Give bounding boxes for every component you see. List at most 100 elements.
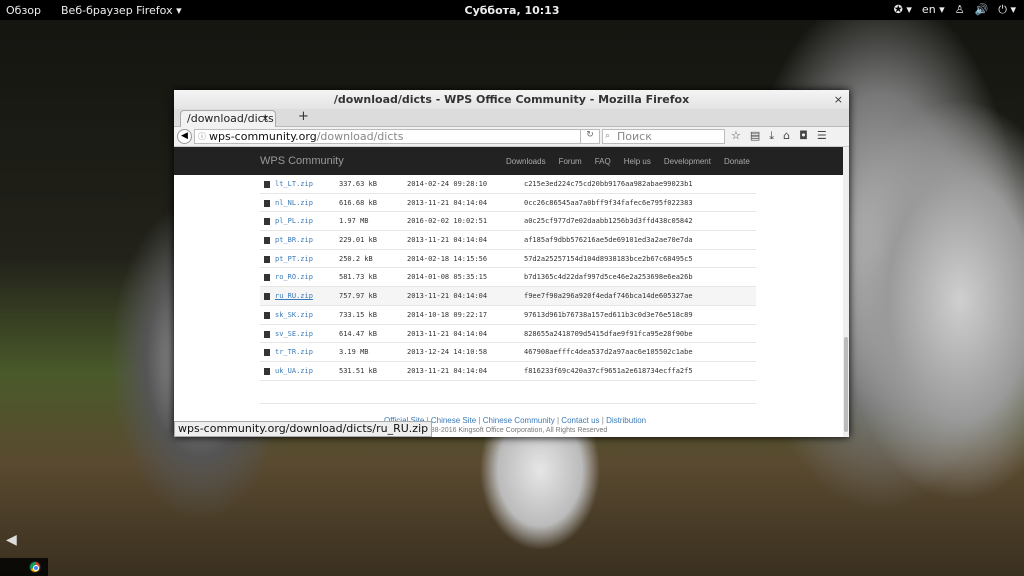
file-hash: b7d1365c4d22daf997d5ce46e2a253698e6ea26b xyxy=(524,273,693,282)
file-hash: c215e3ed224c75cd20bb9176aa982abae99023b1 xyxy=(524,180,693,188)
file-link[interactable]: ru_RU.zip xyxy=(275,287,313,305)
file-link[interactable]: sk_SK.zip xyxy=(275,306,313,324)
top-bar: Обзор Веб-браузер Firefox ▾ Суббота, 10:… xyxy=(0,0,1024,20)
file-icon xyxy=(264,349,270,357)
close-tab-button[interactable]: × xyxy=(261,111,269,127)
file-size: 614.47 kB xyxy=(339,329,377,338)
bookmark-star-icon[interactable]: ☆ xyxy=(731,129,741,143)
site-header: WPS Community Downloads Forum FAQ Help us De… xyxy=(174,147,843,175)
chrome-icon[interactable] xyxy=(29,561,41,573)
nav-link-downloads[interactable]: Downloads xyxy=(506,157,546,166)
file-link[interactable]: tr_TR.zip xyxy=(275,343,313,361)
file-date: 2014-01-08 05:35:15 xyxy=(407,273,488,282)
file-link[interactable]: pt_PT.zip xyxy=(275,250,313,268)
file-date: 2014-02-24 09:28:10 xyxy=(407,180,488,188)
file-row: uk_UA.zip 531.51 kB 2013-11-21 04:14:04 f81… xyxy=(260,362,756,381)
pocket-icon[interactable]: ◘ xyxy=(799,129,808,143)
file-hash: a0c25cf977d7e02daabb1256b3d3ffd438c05842 xyxy=(524,217,693,226)
file-icon xyxy=(264,293,270,301)
file-hash: 97613d961b76738a157ed611b3c0d3e76e518c89 xyxy=(524,310,693,319)
file-row: lt_LT.zip 337.63 kB 2014-02-24 09:28:10 c21… xyxy=(260,175,756,194)
url-path: /download/dicts xyxy=(316,130,404,143)
accessibility-icon[interactable]: ✪ ▾ xyxy=(894,3,912,17)
home-icon[interactable]: ⌂ xyxy=(783,129,790,143)
dock-arrow-icon[interactable]: ◀ xyxy=(6,532,17,548)
file-row: tr_TR.zip 3.19 MB 2013-12-24 14:10:58 46790… xyxy=(260,343,756,362)
file-size: 250.2 kB xyxy=(339,254,373,263)
site-brand[interactable]: WPS Community xyxy=(260,155,344,167)
clock[interactable]: Суббота, 10:13 xyxy=(0,4,1024,17)
file-hash: af185af9dbb576216ae5de69101ed3a2ae70e7da xyxy=(524,236,693,245)
file-size: 229.01 kB xyxy=(339,236,377,245)
file-hash: 828655a2418709d5415dfae9f91fca95e28f90be xyxy=(524,329,693,338)
file-size: 3.19 MB xyxy=(339,348,369,357)
scrollbar[interactable] xyxy=(843,147,849,437)
nav-link-forum[interactable]: Forum xyxy=(559,157,582,166)
file-link[interactable]: lt_LT.zip xyxy=(275,175,313,193)
page-content: WPS Community Downloads Forum FAQ Help us De… xyxy=(174,147,843,437)
file-hash: 467908aefffc4dea537d2a97aac6e105502c1abe xyxy=(524,348,693,357)
downloads-icon[interactable]: ⤓ xyxy=(769,129,774,143)
close-window-button[interactable]: × xyxy=(834,90,843,109)
file-hash: 0cc26c86545aa7a0bff9f34fafec6e795f022383 xyxy=(524,198,693,207)
file-link[interactable]: pl_PL.zip xyxy=(275,212,313,230)
file-icon xyxy=(264,367,270,375)
window-title: /download/dicts - WPS Office Community -… xyxy=(333,93,690,106)
volume-icon[interactable]: 🔊 xyxy=(975,3,989,17)
file-icon xyxy=(264,311,270,319)
scrollbar-thumb[interactable] xyxy=(844,337,848,432)
file-link[interactable]: sv_SE.zip xyxy=(275,325,313,343)
language-selector[interactable]: en ▾ xyxy=(922,3,945,17)
tab-download-dicts[interactable]: /download/dicts × xyxy=(180,110,276,127)
file-icon xyxy=(264,274,270,282)
title-bar: /download/dicts - WPS Office Community -… xyxy=(174,90,849,109)
file-date: 2013-11-21 04:14:04 xyxy=(407,198,488,207)
file-date: 2013-11-21 04:14:04 xyxy=(407,292,488,301)
file-date: 2014-10-18 09:22:17 xyxy=(407,310,488,319)
reload-icon[interactable]: ↻ xyxy=(580,129,600,144)
nav-link-faq[interactable]: FAQ xyxy=(595,157,611,166)
url-bar[interactable]: ⓘ wps-community.org/download/dicts xyxy=(194,129,595,144)
new-tab-button[interactable]: + xyxy=(298,109,309,124)
file-icon xyxy=(264,237,270,245)
file-link[interactable]: uk_UA.zip xyxy=(275,362,313,380)
file-link[interactable]: ro_RO.zip xyxy=(275,268,313,286)
footer-link[interactable]: Distribution xyxy=(606,416,646,425)
file-icon xyxy=(264,199,270,207)
footer-divider xyxy=(260,403,756,404)
file-date: 2014-02-18 14:15:56 xyxy=(407,254,488,263)
hamburger-menu-icon[interactable]: ☰ xyxy=(817,129,827,143)
info-icon[interactable]: ⓘ xyxy=(198,130,206,143)
nav-link-donate[interactable]: Donate xyxy=(724,157,750,166)
power-icon[interactable]: ⏻ ▾ xyxy=(998,3,1016,17)
footer-link[interactable]: Contact us xyxy=(561,416,599,425)
file-size: 531.51 kB xyxy=(339,366,377,375)
file-date: 2013-11-21 04:14:04 xyxy=(407,366,488,375)
file-row: pt_BR.zip 229.01 kB 2013-11-21 04:14:04 af1… xyxy=(260,231,756,250)
file-link[interactable]: nl_NL.zip xyxy=(275,194,313,212)
footer-link[interactable]: Chinese Community xyxy=(483,416,555,425)
file-row: nl_NL.zip 616.68 kB 2013-11-21 04:14:04 0cc… xyxy=(260,194,756,213)
tab-bar: /download/dicts × + xyxy=(174,109,849,127)
nav-link-development[interactable]: Development xyxy=(664,157,711,166)
file-link[interactable]: pt_BR.zip xyxy=(275,231,313,249)
system-tray[interactable]: ✪ ▾ en ▾ ♙ 🔊 ⏻ ▾ xyxy=(894,3,1016,17)
nav-bar: ◀ ⓘ wps-community.org/download/dicts ↻ ⌕… xyxy=(174,127,849,147)
search-input[interactable]: ⌕ Поиск xyxy=(602,129,725,144)
file-date: 2013-12-24 14:10:58 xyxy=(407,348,488,357)
file-icon xyxy=(264,330,270,338)
file-size: 581.73 kB xyxy=(339,273,377,282)
file-hash: f816233f69c420a37cf9651a2e618734ecffa2f5 xyxy=(524,366,693,375)
file-row: sk_SK.zip 733.15 kB 2014-10-18 09:22:17 976… xyxy=(260,306,756,325)
file-size: 337.63 kB xyxy=(339,180,377,188)
footer-link[interactable]: Chinese Site xyxy=(431,416,476,425)
nav-link-help-us[interactable]: Help us xyxy=(624,157,651,166)
url-host: wps-community.org xyxy=(209,130,317,143)
back-icon[interactable]: ◀ xyxy=(177,129,192,144)
reading-list-icon[interactable]: ▤ xyxy=(750,129,760,143)
lock-icon[interactable]: ♙ xyxy=(955,3,965,17)
file-hash: 57d2a25257154d104d8938183bce2b67c68495c5 xyxy=(524,254,693,263)
file-size: 757.97 kB xyxy=(339,292,377,301)
file-row: ru_RU.zip 757.97 kB 2013-11-21 04:14:04 f9e… xyxy=(260,287,756,306)
file-row: sv_SE.zip 614.47 kB 2013-11-21 04:14:04 828… xyxy=(260,325,756,344)
